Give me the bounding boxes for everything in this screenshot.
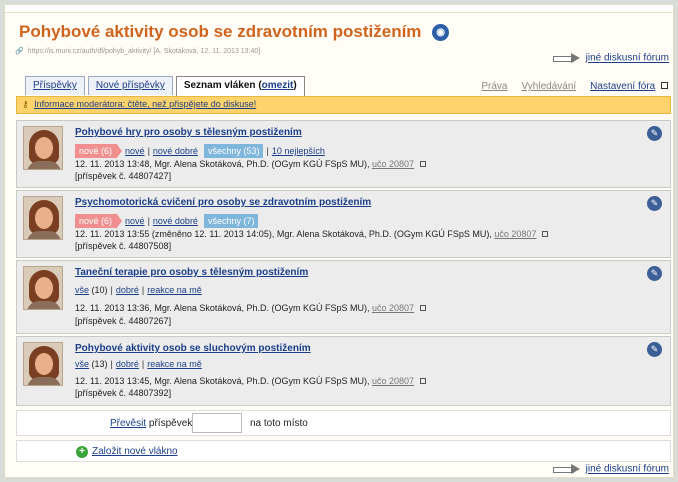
thread-title-link[interactable]: Taneční terapie pro osoby s tělesným pos… <box>75 267 308 278</box>
rss-icon[interactable]: ◉ <box>432 24 450 41</box>
all-link[interactable]: vše <box>75 285 89 295</box>
post-number: [příspěvek č. 44807267] <box>75 316 172 326</box>
edit-icon[interactable]: ✎ <box>647 266 662 281</box>
forum-title: Pohybové aktivity osob se zdravotním pos… <box>19 22 422 41</box>
thread-filters: vše (13) | dobré | reakce na mě <box>75 359 202 369</box>
edit-icon[interactable]: ✎ <box>647 342 662 357</box>
arrow-right-icon <box>552 52 583 64</box>
avatar <box>23 266 63 310</box>
thread-count: (10) <box>91 285 108 295</box>
moderator-info-link[interactable]: Informace moderátora: čtěte, než přispěj… <box>34 99 256 109</box>
thread-count: (13) <box>91 359 108 369</box>
external-link-icon <box>419 305 426 311</box>
move-post-row: Převěsit příspěvek č. na toto místo <box>16 410 671 436</box>
uco-link[interactable]: učo 20807 <box>372 376 414 386</box>
link-icon: 🔗 <box>15 48 24 55</box>
thread-filters: nové (6) nové | nové dobré všechny (53) … <box>75 143 325 159</box>
tab-new-posts[interactable]: Nové příspěvky <box>87 76 173 95</box>
external-link-icon <box>661 82 668 89</box>
good-link[interactable]: dobré <box>116 285 139 295</box>
forum-author-date: [A. Skotáková, 12. 11. 2013 13:40] <box>153 48 261 55</box>
new-good-link[interactable]: nové dobré <box>153 216 198 226</box>
badge-arrow <box>116 213 123 229</box>
new-link[interactable]: nové <box>125 146 145 156</box>
avatar <box>23 126 63 170</box>
settings-link[interactable]: Nastavení fóra <box>590 81 655 92</box>
top-ten-link[interactable]: 10 nejlepších <box>272 146 325 156</box>
other-forum-bottom[interactable]: jiné diskusní fórum <box>552 463 669 475</box>
thread-title-link[interactable]: Psychomotorická cvičení pro osoby se zdr… <box>75 197 371 208</box>
post-number: [příspěvek č. 44807508] <box>75 241 172 251</box>
avatar <box>23 196 63 240</box>
rights-link[interactable]: Práva <box>481 81 507 92</box>
external-link-icon <box>419 161 426 167</box>
right-nav: Práva Vyhledávání Nastavení fóra <box>481 81 668 92</box>
post-number-input[interactable] <box>192 413 242 433</box>
tab-thread-list-label: Seznam vláken <box>183 80 256 91</box>
thread-title-link[interactable]: Pohybové aktivity osob se sluchovým post… <box>75 343 311 354</box>
thread-filters: nové (6) nové | nové dobré všechny (7) <box>75 213 259 229</box>
all-count-badge[interactable]: všechny (53) <box>203 144 264 158</box>
other-forum-link[interactable]: jiné diskusní fórum <box>586 53 669 64</box>
all-count-badge[interactable]: všechny (7) <box>203 214 259 228</box>
good-link[interactable]: dobré <box>116 359 139 369</box>
badge-arrow <box>116 143 123 159</box>
external-link-icon <box>419 378 426 384</box>
edit-icon[interactable]: ✎ <box>647 126 662 141</box>
thread-item: Pohybové aktivity osob se sluchovým post… <box>16 336 671 406</box>
uco-link[interactable]: učo 20807 <box>372 303 414 313</box>
other-forum-top[interactable]: jiné diskusní fórum <box>552 52 669 64</box>
thread-item: Psychomotorická cvičení pro osoby se zdr… <box>16 190 671 258</box>
new-thread-row: + Založit nové vlákno <box>16 440 671 462</box>
new-thread-link[interactable]: Založit nové vlákno <box>92 446 178 457</box>
plus-icon: + <box>76 446 88 458</box>
search-link[interactable]: Vyhledávání <box>522 81 577 92</box>
edit-icon[interactable]: ✎ <box>647 196 662 211</box>
arrow-right-icon <box>552 463 583 475</box>
thread-info: 12. 11. 2013 13:48, Mgr. Alena Skotáková… <box>75 159 426 169</box>
uco-link[interactable]: učo 20807 <box>372 159 414 169</box>
post-number: [příspěvek č. 44807427] <box>75 171 172 181</box>
limit-link[interactable]: omezit <box>262 80 294 91</box>
thread-title-link[interactable]: Pohybové hry pro osoby s tělesným postiž… <box>75 127 302 138</box>
top-strip <box>5 5 673 13</box>
thread-item: Taneční terapie pro osoby s tělesným pos… <box>16 260 671 334</box>
thread-info: 12. 11. 2013 13:36, Mgr. Alena Skotáková… <box>75 303 426 313</box>
external-link-icon <box>541 231 548 237</box>
forum-url: https://is.muni.cz/auth/df/pohyb_aktivit… <box>27 48 152 55</box>
tab-thread-list[interactable]: Seznam vláken (omezit) <box>175 76 305 96</box>
key-icon: ⚷ <box>22 99 29 109</box>
moderator-info-bar: ⚷ Informace moderátora: čtěte, než přisp… <box>16 96 671 114</box>
page-title: Pohybové aktivity osob se zdravotním pos… <box>19 22 450 42</box>
replies-to-me-link[interactable]: reakce na mě <box>147 285 202 295</box>
uco-link[interactable]: učo 20807 <box>494 229 536 239</box>
other-forum-link[interactable]: jiné diskusní fórum <box>586 464 669 475</box>
tab-bar: Příspěvky Nové příspěvky Seznam vláken (… <box>25 76 305 96</box>
tab-posts[interactable]: Příspěvky <box>25 76 85 95</box>
new-good-link[interactable]: nové dobré <box>153 146 198 156</box>
move-post-suffix: na toto místo <box>250 418 308 429</box>
thread-info: 12. 11. 2013 13:45, Mgr. Alena Skotáková… <box>75 376 426 386</box>
new-count-badge: nové (6) <box>75 214 117 228</box>
forum-meta: 🔗 https://is.muni.cz/auth/df/pohyb_aktiv… <box>15 47 260 55</box>
post-number: [příspěvek č. 44807392] <box>75 388 172 398</box>
move-post-link[interactable]: Převěsit <box>110 418 146 429</box>
avatar <box>23 342 63 386</box>
forum-frame: Pohybové aktivity osob se zdravotním pos… <box>4 4 674 478</box>
thread-filters: vše (10) | dobré | reakce na mě <box>75 285 202 295</box>
thread-info: 12. 11. 2013 13:55 (změněno 12. 11. 2013… <box>75 229 548 239</box>
all-link[interactable]: vše <box>75 359 89 369</box>
replies-to-me-link[interactable]: reakce na mě <box>147 359 202 369</box>
thread-item: Pohybové hry pro osoby s tělesným postiž… <box>16 120 671 188</box>
new-count-badge: nové (6) <box>75 144 117 158</box>
new-link[interactable]: nové <box>125 216 145 226</box>
